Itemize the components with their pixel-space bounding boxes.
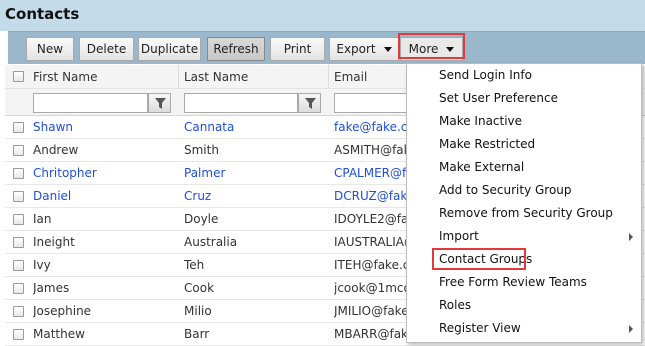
- more-button[interactable]: More: [400, 37, 463, 61]
- first-name-cell: Ian: [33, 212, 52, 226]
- menu-item-label: Add to Security Group: [439, 183, 572, 197]
- menu-item-label: Contact Groups: [439, 252, 533, 266]
- menu-item-label: Make Inactive: [439, 114, 523, 128]
- row-checkbox[interactable]: [13, 306, 24, 317]
- first-name-cell[interactable]: Shawn: [33, 116, 181, 139]
- refresh-button[interactable]: Refresh: [207, 37, 265, 61]
- last-name-filter-input[interactable]: [184, 93, 298, 113]
- email-cell: ITEH@fake.co: [334, 258, 414, 272]
- export-button[interactable]: Export: [329, 37, 399, 61]
- first-name-cell: James: [33, 281, 70, 295]
- row-checkbox[interactable]: [13, 122, 24, 133]
- first-name-cell[interactable]: Chritopher: [33, 162, 181, 185]
- last-name-cell: Cook: [184, 281, 215, 295]
- last-name-filter-button[interactable]: [298, 93, 321, 113]
- print-button[interactable]: Print: [270, 37, 325, 61]
- chevron-down-icon: [446, 47, 455, 52]
- toolbar: New Delete Duplicate Refresh Print Expor…: [8, 31, 645, 64]
- last-name-cell[interactable]: Cruz: [184, 185, 332, 208]
- menu-item-label: Make Restricted: [439, 137, 536, 151]
- menu-item-contact-groups[interactable]: Contact Groups: [407, 248, 641, 271]
- row-checkbox[interactable]: [13, 329, 24, 340]
- menu-item-free-form-review-teams[interactable]: Free Form Review Teams: [407, 271, 641, 294]
- last-name-cell: Doyle: [184, 212, 219, 226]
- email-cell: IDOYLE2@fa: [334, 212, 409, 226]
- menu-item-roles[interactable]: Roles: [407, 294, 641, 317]
- last-name-cell: Smith: [184, 143, 219, 157]
- row-checkbox[interactable]: [13, 214, 24, 225]
- row-checkbox[interactable]: [13, 260, 24, 271]
- menu-item-register-view[interactable]: Register View: [407, 317, 641, 340]
- delete-button[interactable]: Delete: [79, 37, 134, 61]
- row-checkbox[interactable]: [13, 168, 24, 179]
- chevron-right-icon: [629, 325, 633, 333]
- column-header-last-name[interactable]: Last Name: [179, 65, 329, 89]
- menu-item-label: Import: [439, 229, 479, 243]
- menu-item-label: Free Form Review Teams: [439, 275, 587, 289]
- last-name-cell: Barr: [184, 327, 210, 341]
- menu-item-label: Set User Preference: [439, 91, 559, 105]
- first-name-filter-button[interactable]: [148, 93, 171, 113]
- row-checkbox[interactable]: [13, 237, 24, 248]
- menu-item-label: Roles: [439, 298, 472, 312]
- first-name-cell: Ivy: [33, 258, 51, 272]
- first-name-cell: Ineight: [33, 235, 75, 249]
- first-name-cell: Matthew: [33, 327, 85, 341]
- email-cell: ASMITH@fake: [334, 143, 414, 157]
- menu-item-label: Remove from Security Group: [439, 206, 613, 220]
- column-header-first-name[interactable]: First Name: [28, 65, 179, 89]
- last-name-cell: Teh: [184, 258, 205, 272]
- email-cell: jcook@1mcor: [334, 281, 414, 295]
- row-checkbox[interactable]: [13, 145, 24, 156]
- first-name-cell: Josephine: [33, 304, 92, 318]
- menu-item-make-inactive[interactable]: Make Inactive: [407, 110, 641, 133]
- last-name-cell: Australia: [184, 235, 238, 249]
- page-title: Contacts: [5, 5, 80, 23]
- more-label: More: [408, 42, 439, 56]
- new-button[interactable]: New: [26, 37, 74, 61]
- first-name-filter-input[interactable]: [33, 93, 148, 113]
- last-name-cell: Milio: [184, 304, 212, 318]
- email-filter-input[interactable]: [334, 93, 414, 113]
- menu-item-label: Register View: [439, 321, 521, 335]
- menu-item-import[interactable]: Import: [407, 225, 641, 248]
- menu-item-send-login-info[interactable]: Send Login Info: [407, 64, 641, 87]
- chevron-down-icon: [383, 47, 392, 52]
- email-cell: IAUSTRALIA@: [334, 235, 414, 249]
- filter-icon: [155, 98, 166, 109]
- duplicate-button[interactable]: Duplicate: [138, 37, 201, 61]
- select-all-checkbox[interactable]: [13, 71, 24, 82]
- first-name-cell[interactable]: Daniel: [33, 185, 181, 208]
- menu-item-label: Make External: [439, 160, 525, 174]
- menu-item-remove-from-security-group[interactable]: Remove from Security Group: [407, 202, 641, 225]
- filter-icon: [305, 98, 316, 109]
- more-menu: Send Login Info Set User Preference Make I…: [406, 63, 642, 343]
- email-cell: JMILIO@fake: [334, 304, 409, 318]
- last-name-cell[interactable]: Palmer: [184, 162, 332, 185]
- menu-item-add-to-security-group[interactable]: Add to Security Group: [407, 179, 641, 202]
- chevron-right-icon: [629, 233, 633, 241]
- page-header: [0, 0, 645, 31]
- export-label: Export: [336, 42, 376, 56]
- email-cell: MBARR@fake: [334, 327, 414, 341]
- first-name-cell: Andrew: [33, 143, 79, 157]
- email-cell[interactable]: DCRUZ@fake: [334, 185, 414, 208]
- row-checkbox[interactable]: [13, 191, 24, 202]
- last-name-cell[interactable]: Cannata: [184, 116, 332, 139]
- menu-item-make-external[interactable]: Make External: [407, 156, 641, 179]
- menu-item-label: Send Login Info: [439, 68, 532, 82]
- menu-item-set-user-preference[interactable]: Set User Preference: [407, 87, 641, 110]
- menu-item-make-restricted[interactable]: Make Restricted: [407, 133, 641, 156]
- email-cell[interactable]: fake@fake.co: [334, 116, 414, 139]
- row-checkbox[interactable]: [13, 283, 24, 294]
- column-header-email[interactable]: Email: [329, 65, 409, 89]
- email-cell[interactable]: CPALMER@fa: [334, 162, 414, 185]
